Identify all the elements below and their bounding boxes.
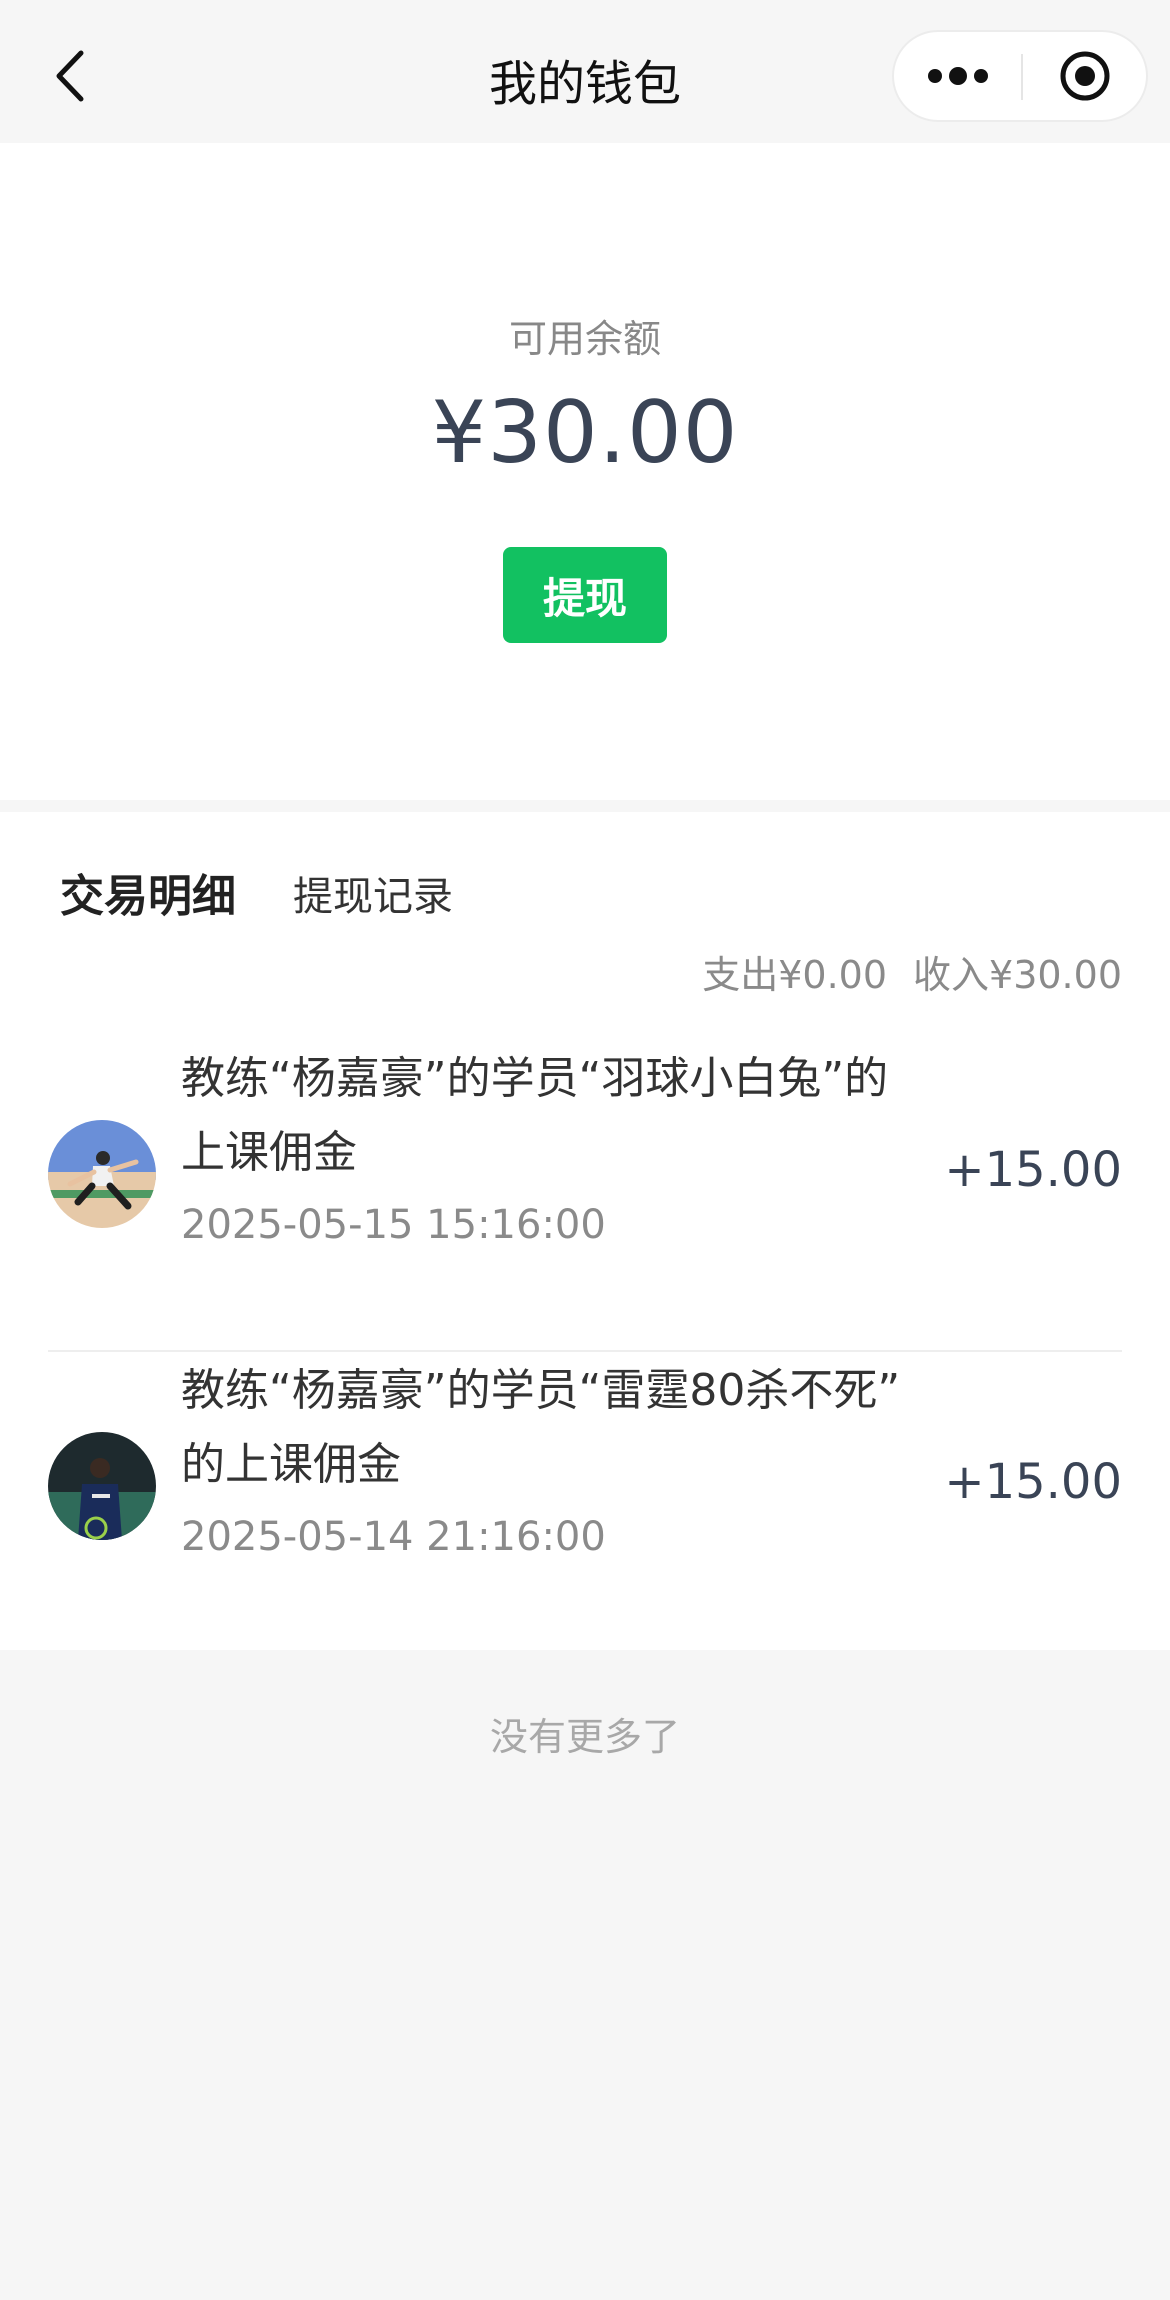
transaction-title-line: 的上课佣金 (181, 1439, 401, 1490)
avatar (48, 1432, 156, 1540)
transaction-row[interactable]: 教练“杨嘉豪”的学员“雷霆80杀不死” 的上课佣金 2025-05-14 21:… (48, 1354, 1122, 1664)
avatar (48, 1120, 156, 1228)
income-total: 收入¥30.00 (913, 953, 1122, 997)
more-dots-icon (928, 67, 988, 85)
no-more-text: 没有更多了 (489, 1715, 680, 1759)
transaction-title-line: 教练“杨嘉豪”的学员“雷霆80杀不死” (181, 1365, 901, 1416)
transaction-amount: +15.00 (944, 1142, 1122, 1198)
mini-program-capsule (892, 30, 1148, 122)
withdraw-button[interactable]: 提现 (503, 547, 667, 643)
transaction-title: 教练“杨嘉豪”的学员“羽球小白兔”的 上课佣金 (181, 1042, 901, 1190)
balance-amount: ¥30.00 (431, 383, 739, 483)
transaction-time: 2025-05-15 15:16:00 (181, 1202, 606, 1248)
summary-totals: 支出¥0.00 收入¥30.00 (702, 944, 1122, 999)
tab-withdraw-records[interactable]: 提现记录 (293, 864, 453, 922)
close-mini-program-button[interactable] (1022, 32, 1148, 120)
transaction-amount: +15.00 (944, 1454, 1122, 1510)
transaction-title: 教练“杨嘉豪”的学员“雷霆80杀不死” 的上课佣金 (181, 1354, 901, 1502)
transaction-time: 2025-05-14 21:16:00 (181, 1514, 606, 1560)
balance-label: 可用余额 (508, 317, 661, 361)
navigation-bar: 我的钱包 (0, 0, 1170, 143)
target-circle-icon (1060, 51, 1110, 101)
tab-transaction-details[interactable]: 交易明细 (60, 860, 236, 924)
transaction-title-line: 教练“杨嘉豪”的学员“羽球小白兔”的 (181, 1053, 889, 1104)
transaction-list-card: 交易明细 提现记录 支出¥0.00 收入¥30.00 教练“杨嘉豪”的学员“羽球小… (0, 812, 1170, 1650)
transaction-row[interactable]: 教练“杨嘉豪”的学员“羽球小白兔”的 上课佣金 2025-05-15 15:16… (48, 1042, 1122, 1352)
more-button[interactable] (894, 32, 1022, 120)
transaction-title-line: 上课佣金 (181, 1127, 357, 1178)
expense-total: 支出¥0.00 (702, 953, 888, 997)
balance-card: 可用余额 ¥30.00 提现 (0, 143, 1170, 800)
